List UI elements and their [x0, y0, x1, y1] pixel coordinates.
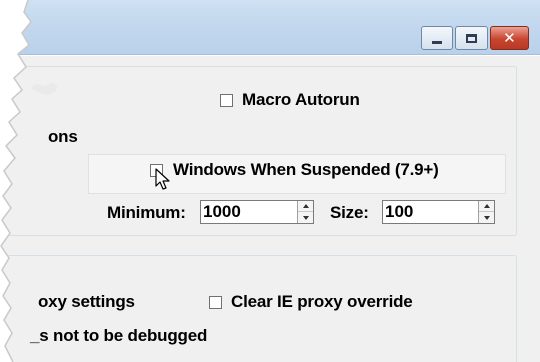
minimum-increment-button[interactable]: [298, 201, 313, 212]
macro-autorun-label: Macro Autorun: [242, 90, 360, 109]
arrow-down-icon: [302, 215, 309, 220]
torn-edge-overlay: [0, 0, 58, 362]
size-spinner-arrows[interactable]: [478, 201, 494, 223]
maximize-icon: [466, 33, 478, 43]
dialog-client-area: ons Macro Autorun Windows When Suspended…: [0, 56, 540, 362]
macro-autorun-checkbox[interactable]: [220, 94, 233, 107]
size-spinbox[interactable]: [382, 200, 495, 224]
clear-ie-proxy-label: Clear IE proxy override: [231, 292, 413, 311]
minimize-button[interactable]: [421, 26, 454, 50]
clear-ie-proxy-checkbox[interactable]: [209, 296, 222, 309]
arrow-down-icon: [483, 215, 490, 220]
window-controls: ✕: [421, 26, 529, 50]
settings-window: ✕ ons Macro Autorun Windows When Suspend…: [0, 0, 540, 362]
size-input[interactable]: [385, 201, 478, 223]
size-increment-button[interactable]: [479, 201, 494, 212]
minimize-icon: [432, 40, 443, 44]
minimum-label: Minimum:: [107, 203, 186, 222]
mouse-pointer-icon: [155, 168, 170, 190]
close-button[interactable]: ✕: [489, 26, 529, 50]
size-decrement-button[interactable]: [479, 212, 494, 223]
maximize-button[interactable]: [455, 26, 488, 50]
close-icon: ✕: [503, 28, 516, 47]
minimum-input[interactable]: [203, 201, 297, 223]
arrow-up-icon: [302, 204, 309, 208]
minimum-spinbox[interactable]: [200, 200, 314, 224]
minimum-decrement-button[interactable]: [298, 212, 313, 223]
title-bar: ✕: [0, 0, 540, 55]
windows-when-suspended-label: Windows When Suspended (7.9+): [173, 160, 439, 179]
size-label: Size:: [330, 203, 369, 222]
arrow-up-icon: [483, 204, 490, 208]
minimum-spinner-arrows[interactable]: [297, 201, 313, 223]
